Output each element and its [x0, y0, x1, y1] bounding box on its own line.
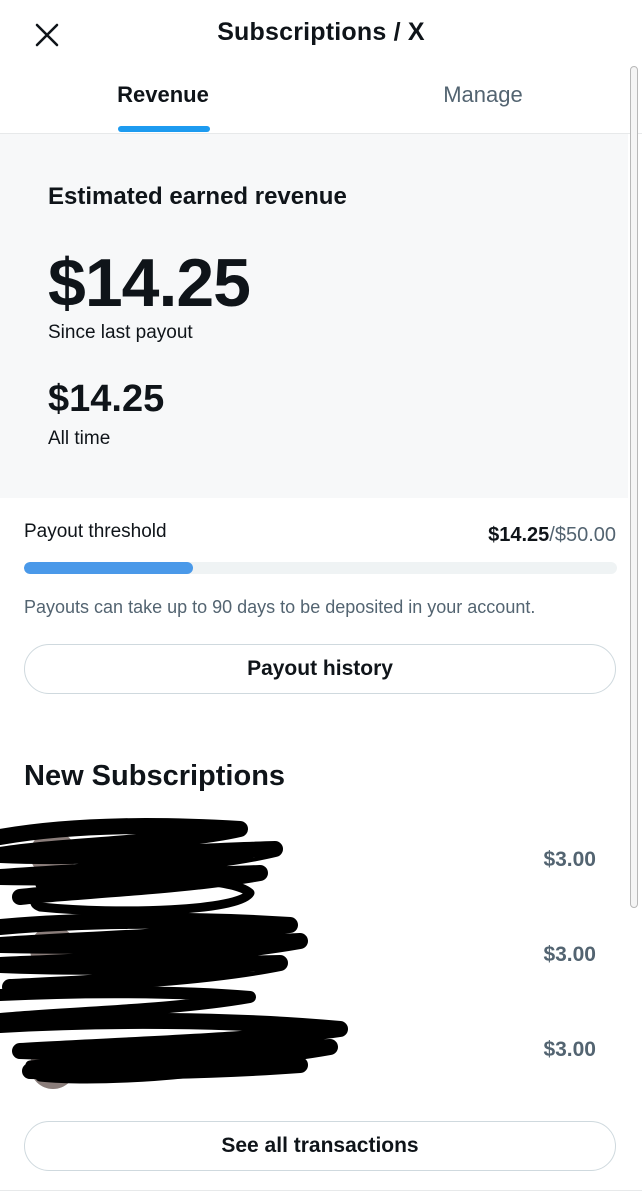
- threshold-max: $50.00: [554, 524, 616, 546]
- all-time-label: All time: [48, 428, 111, 449]
- tab-manage[interactable]: Manage: [420, 82, 546, 108]
- payout-progress-fill: [24, 562, 193, 574]
- payout-threshold-label: Payout threshold: [24, 521, 167, 542]
- payout-history-button[interactable]: Payout history: [24, 644, 616, 694]
- see-all-transactions-button[interactable]: See all transactions: [24, 1121, 616, 1171]
- page-title: Subscriptions / X: [217, 18, 425, 46]
- payout-threshold-value: $14.25/$50.00: [488, 524, 616, 547]
- new-subscriptions-heading: New Subscriptions: [24, 760, 286, 792]
- active-tab-indicator: [118, 126, 210, 132]
- subscription-amount: $3.00: [543, 943, 596, 966]
- subscription-amount: $3.00: [543, 848, 596, 871]
- tab-revenue[interactable]: Revenue: [100, 82, 226, 108]
- estimated-revenue-title: Estimated earned revenue: [48, 183, 347, 210]
- payout-progress-bar: [24, 562, 617, 574]
- payout-note: Payouts can take up to 90 days to be dep…: [24, 597, 536, 617]
- threshold-current: $14.25: [488, 524, 550, 546]
- all-time-amount: $14.25: [48, 378, 165, 420]
- subscription-amount: $3.00: [543, 1038, 596, 1061]
- scrollbar-thumb[interactable]: [630, 66, 638, 908]
- bottom-divider: [0, 1190, 642, 1191]
- since-last-payout-amount: $14.25: [48, 245, 251, 321]
- redaction-scribble: [0, 818, 348, 1084]
- since-last-payout-label: Since last payout: [48, 322, 193, 343]
